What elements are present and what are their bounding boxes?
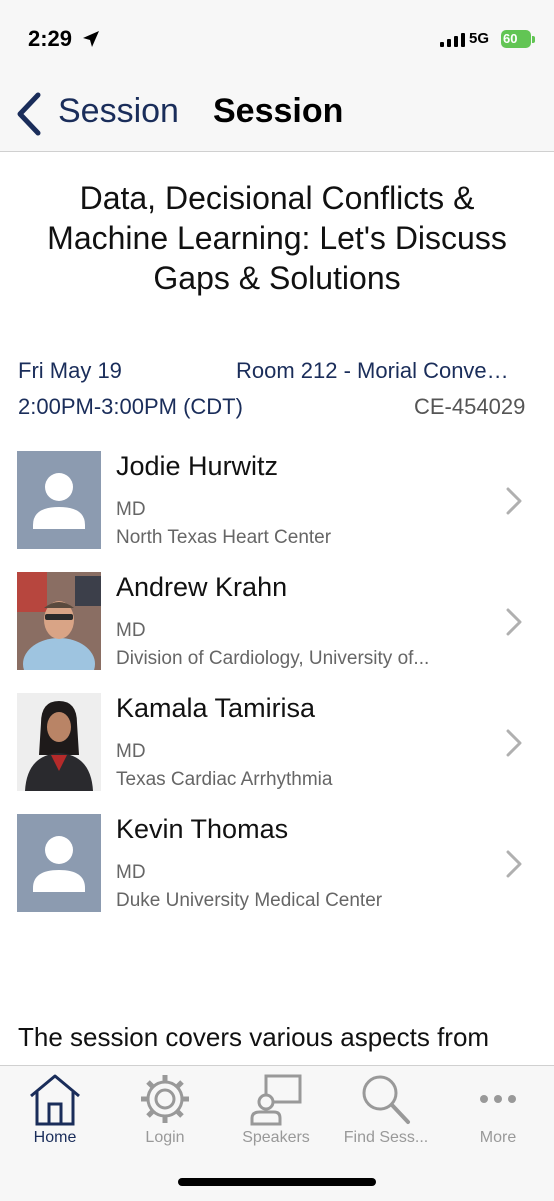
avatar-photo (17, 572, 101, 670)
chevron-right-icon (506, 487, 522, 515)
location-arrow-icon (83, 31, 99, 47)
tab-label: Speakers (242, 1129, 310, 1146)
speaker-credentials: MD (116, 499, 146, 520)
page-title: Session (213, 92, 344, 130)
tab-label: More (479, 1129, 517, 1146)
more-icon (480, 1095, 516, 1103)
status-time: 2:29 (28, 26, 73, 51)
session-title: Data, Decisional Conflicts & Machine Lea… (47, 180, 507, 296)
speaker-credentials: MD (116, 741, 146, 762)
tab-speakers[interactable]: Speakers (221, 1066, 331, 1156)
tab-home[interactable]: Home (0, 1066, 110, 1156)
speaker-name: Kevin Thomas (116, 814, 289, 844)
nav-bar: Session Session (0, 80, 554, 152)
speaker-credentials: MD (116, 620, 146, 641)
status-bar: 2:29 5G 60 (0, 0, 554, 80)
speaker-name: Jodie Hurwitz (116, 451, 279, 481)
session-date: Fri May 19 (18, 358, 122, 383)
speaker-name: Andrew Krahn (116, 572, 288, 602)
speaker-row[interactable]: Andrew Krahn MD Division of Cardiology, … (0, 572, 554, 672)
speaker-photo (17, 572, 101, 670)
session-time: 2:00PM-3:00PM (CDT) (18, 394, 243, 419)
home-icon (30, 1074, 80, 1126)
speaker-icon (250, 1074, 302, 1126)
chevron-right-icon (506, 608, 522, 636)
back-chevron-icon[interactable] (14, 91, 44, 137)
session-room[interactable]: Room 212 - Morial Conve… (236, 358, 509, 384)
speaker-organization: Texas Cardiac Arrhythmia (116, 769, 333, 790)
battery-level: 60 (503, 31, 518, 46)
tab-label: Find Sess... (343, 1129, 429, 1146)
session-description: The session covers various aspects from (18, 1022, 490, 1052)
speaker-row[interactable]: Kamala Tamirisa MD Texas Cardiac Arrhyth… (0, 693, 554, 793)
back-button[interactable]: Session (58, 92, 179, 131)
chevron-right-icon (506, 850, 522, 878)
gear-icon (141, 1075, 189, 1123)
session-code: CE-454029 (414, 394, 526, 419)
speaker-name: Kamala Tamirisa (116, 693, 316, 723)
speaker-organization: Division of Cardiology, University of... (116, 648, 430, 669)
avatar-placeholder (17, 451, 101, 549)
avatar-placeholder (17, 814, 101, 912)
tab-label: Home (33, 1129, 77, 1146)
speaker-organization: North Texas Heart Center (116, 527, 332, 548)
person-icon (33, 836, 85, 892)
signal-icon (440, 33, 465, 47)
chevron-right-icon (506, 729, 522, 757)
home-indicator (178, 1178, 376, 1186)
tab-login[interactable]: Login (110, 1066, 220, 1156)
person-icon (33, 473, 85, 529)
speaker-organization: Duke University Medical Center (116, 890, 383, 911)
avatar-photo (17, 693, 101, 791)
tab-label: Login (145, 1129, 185, 1146)
speaker-row[interactable]: Kevin Thomas MD Duke University Medical … (0, 814, 554, 914)
tab-more[interactable]: More (443, 1066, 553, 1156)
battery-tip (532, 36, 535, 43)
speaker-credentials: MD (116, 862, 146, 883)
speaker-row[interactable]: Jodie Hurwitz MD North Texas Heart Cente… (0, 451, 554, 551)
search-icon (362, 1075, 410, 1124)
speaker-photo (17, 693, 101, 791)
tab-find-sessions[interactable]: Find Sess... (331, 1066, 441, 1156)
network-label: 5G (469, 30, 490, 47)
